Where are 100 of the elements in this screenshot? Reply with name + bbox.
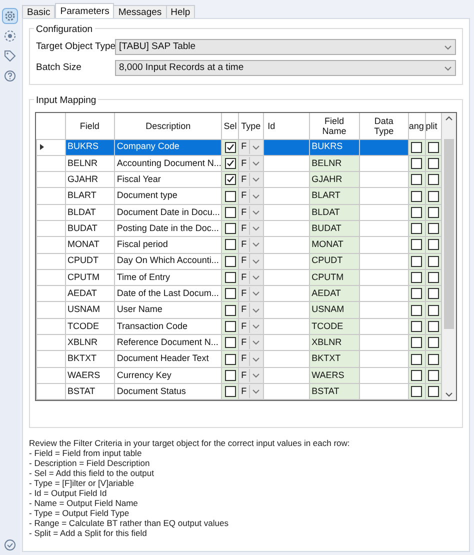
type-dropdown[interactable]: F — [239, 335, 263, 350]
tab[interactable]: Messages — [113, 5, 167, 18]
target-icon[interactable] — [2, 28, 18, 44]
table-row[interactable]: BUDAT Posting Date in the Doc... F BUDAT — [36, 220, 442, 237]
check-circle-icon[interactable] — [2, 537, 18, 553]
table-row[interactable]: TCODE Transaction Code F TCODE — [36, 318, 442, 335]
checkbox[interactable] — [411, 142, 422, 153]
checkbox[interactable] — [428, 190, 440, 202]
checkbox[interactable] — [411, 158, 422, 169]
checkbox[interactable] — [224, 304, 236, 316]
checkbox[interactable] — [428, 158, 440, 169]
checkbox[interactable] — [411, 288, 422, 300]
checkbox[interactable] — [411, 337, 422, 348]
checkbox[interactable] — [428, 206, 440, 218]
table-row[interactable]: AEDAT Date of the Last Docum... F AEDAT — [36, 286, 442, 302]
checkbox[interactable] — [224, 223, 236, 234]
checkbox[interactable] — [224, 190, 236, 202]
table-row[interactable]: BKTXT Document Header Text F BKTXT — [36, 350, 442, 368]
checkbox[interactable] — [411, 174, 422, 186]
scrollbar[interactable] — [442, 113, 456, 400]
checkbox[interactable] — [411, 370, 422, 381]
checkbox[interactable] — [411, 223, 422, 234]
gear-icon[interactable] — [2, 8, 18, 24]
table-cell: Time of Entry — [114, 269, 222, 286]
type-dropdown[interactable]: F — [239, 172, 263, 188]
checkbox[interactable] — [411, 320, 422, 332]
checkbox[interactable] — [411, 272, 422, 284]
table-row[interactable]: USNAM User Name F USNAM — [36, 302, 442, 318]
table-row[interactable]: BELNR Accounting Document N... F BELNR — [36, 155, 442, 172]
type-dropdown[interactable]: F — [239, 352, 263, 366]
checkbox[interactable] — [224, 174, 236, 186]
table-cell: BLDAT — [309, 204, 360, 220]
help-icon[interactable] — [2, 68, 18, 84]
checkbox[interactable] — [411, 190, 422, 202]
type-dropdown[interactable]: F — [239, 302, 263, 318]
checkbox[interactable] — [224, 272, 236, 284]
table-row[interactable]: MONAT Fiscal period F MONAT — [36, 236, 442, 254]
dropdown[interactable]: 8,000 Input Records at a time — [115, 60, 456, 76]
table-row[interactable]: BLART Document type F BLART — [36, 188, 442, 204]
checkbox[interactable] — [411, 354, 422, 364]
checkbox[interactable] — [428, 304, 440, 316]
checkbox[interactable] — [428, 354, 440, 364]
checkbox[interactable] — [224, 239, 236, 250]
type-dropdown[interactable]: F — [239, 384, 263, 400]
checkbox[interactable] — [224, 337, 236, 348]
type-dropdown[interactable]: F — [239, 204, 263, 220]
table-row[interactable]: CPUDT Day On Which Accounti... F CPUDT — [36, 253, 442, 270]
table-row[interactable]: BSTAT Document Status F BSTAT — [36, 383, 442, 400]
checkbox[interactable] — [428, 223, 440, 234]
chevron-down-icon — [444, 44, 452, 50]
checkbox[interactable] — [411, 239, 422, 250]
scroll-down-icon[interactable] — [445, 390, 454, 398]
checkbox[interactable] — [428, 288, 440, 300]
table-row[interactable]: BLDAT Document Date in Docu... F BLDAT — [36, 204, 442, 220]
checkbox[interactable] — [224, 206, 236, 218]
checkbox[interactable] — [428, 272, 440, 284]
table-row[interactable]: CPUTM Time of Entry F CPUTM — [36, 269, 442, 286]
checkbox[interactable] — [428, 370, 440, 381]
checkbox[interactable] — [411, 386, 422, 398]
type-dropdown[interactable]: F — [239, 221, 263, 236]
checkbox[interactable] — [411, 206, 422, 218]
tab[interactable]: Parameters — [55, 3, 114, 18]
checkbox[interactable] — [224, 370, 236, 381]
checkbox[interactable] — [428, 174, 440, 186]
type-dropdown[interactable]: F — [239, 270, 263, 286]
help-text-line: - Sel = Add this field to the output — [29, 468, 155, 478]
checkbox[interactable] — [224, 386, 236, 398]
type-dropdown[interactable]: F — [239, 318, 263, 334]
type-dropdown[interactable]: F — [239, 140, 263, 155]
checkbox[interactable] — [411, 256, 422, 267]
table-row[interactable]: GJAHR Fiscal Year F GJAHR — [36, 172, 442, 188]
checkbox[interactable] — [224, 354, 236, 364]
checkbox[interactable] — [428, 386, 440, 398]
checkbox[interactable] — [224, 288, 236, 300]
checkbox[interactable] — [224, 256, 236, 267]
checkbox[interactable] — [428, 256, 440, 267]
checkbox[interactable] — [411, 304, 422, 316]
tag-icon[interactable] — [2, 48, 18, 64]
table-cell: CPUTM — [65, 269, 114, 286]
dropdown[interactable]: [TABU] SAP Table — [115, 39, 456, 55]
checkbox[interactable] — [224, 142, 236, 153]
table-row[interactable]: WAERS Currency Key F WAERS — [36, 367, 442, 384]
table-row[interactable]: BUKRS Company Code F BUKRS — [36, 139, 442, 156]
type-dropdown[interactable]: F — [239, 237, 263, 252]
checkbox[interactable] — [428, 320, 440, 332]
scroll-up-icon[interactable] — [445, 115, 454, 123]
checkbox[interactable] — [428, 239, 440, 250]
checkbox[interactable] — [428, 142, 440, 153]
table-row[interactable]: XBLNR Reference Document N... F XBLNR — [36, 334, 442, 351]
type-dropdown[interactable]: F — [239, 156, 263, 171]
checkbox[interactable] — [224, 320, 236, 332]
type-dropdown[interactable]: F — [239, 188, 263, 204]
tab[interactable]: Help — [166, 5, 196, 18]
checkbox[interactable] — [224, 158, 236, 169]
type-dropdown[interactable]: F — [239, 254, 263, 269]
tab[interactable]: Basic — [22, 5, 56, 18]
type-dropdown[interactable]: F — [239, 368, 263, 383]
field-label: Target Object Type — [36, 40, 115, 54]
checkbox[interactable] — [428, 337, 440, 348]
type-dropdown[interactable]: F — [239, 286, 263, 302]
